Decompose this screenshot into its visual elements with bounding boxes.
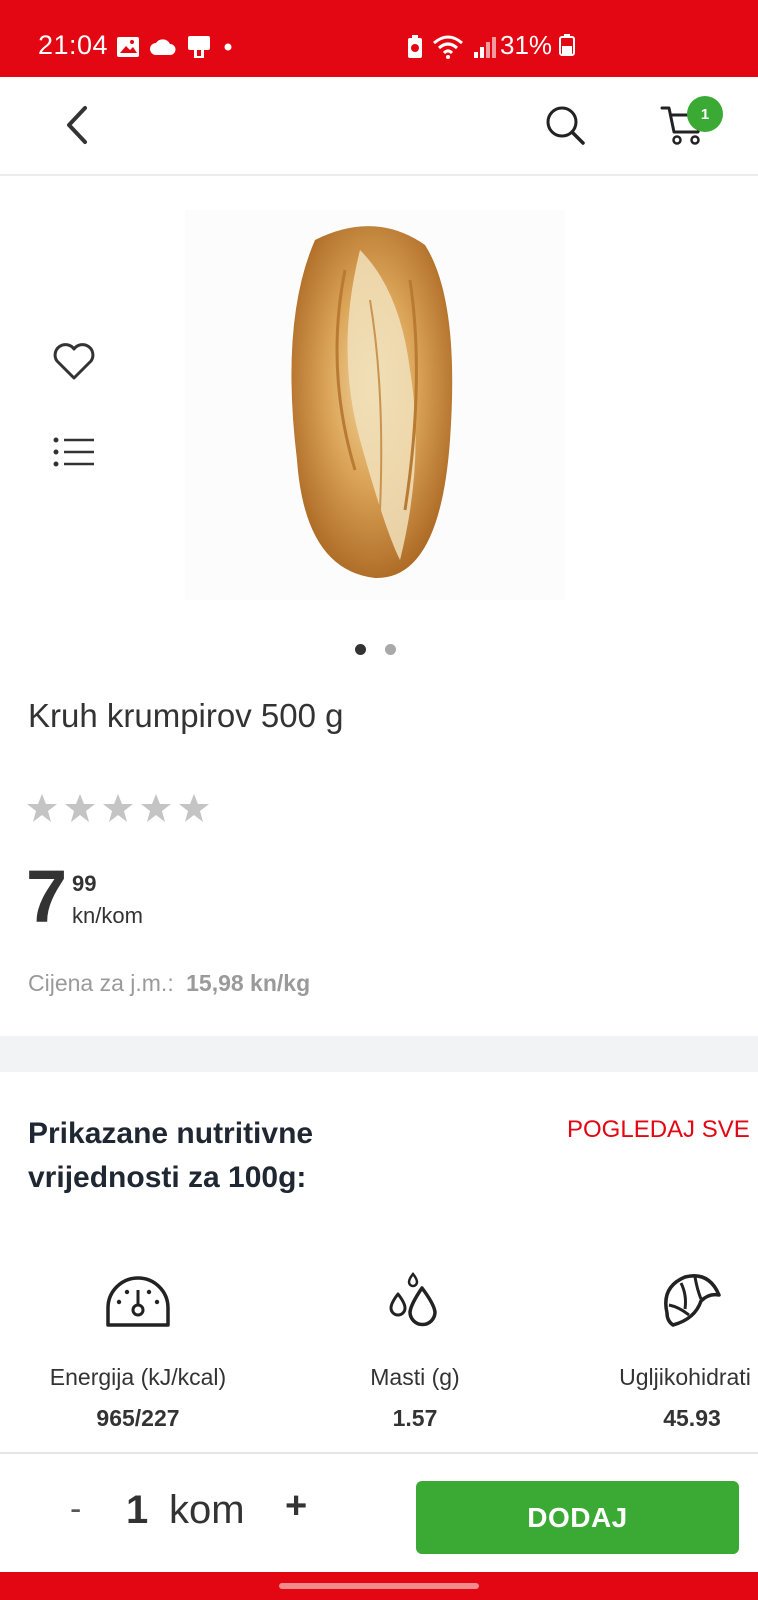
star-icon bbox=[103, 794, 133, 822]
more-notifications-icon bbox=[224, 43, 232, 51]
search-button[interactable] bbox=[540, 100, 590, 150]
unit-price-value: 15,98 kn/kg bbox=[186, 970, 311, 996]
nutrient-value: 1.57 bbox=[392, 1405, 438, 1431]
nutrient-energy: Energija (kJ/kcal) 965/227 bbox=[8, 1265, 268, 1432]
price-main: 7 bbox=[26, 855, 68, 938]
nutrition-title: Prikazane nutritivne vrijednosti za 100g… bbox=[28, 1117, 314, 1194]
product-image[interactable] bbox=[185, 210, 565, 600]
notification-icons bbox=[116, 34, 235, 60]
unit-price: Cijena za j.m.: 15,98 kn/kg bbox=[28, 970, 310, 997]
status-bar: 21:04 31% bbox=[0, 0, 758, 77]
add-to-list-button[interactable] bbox=[48, 428, 100, 478]
heart-icon bbox=[53, 343, 95, 380]
chevron-left-icon bbox=[67, 106, 87, 144]
drops-icon bbox=[389, 1271, 437, 1327]
nutrient-value: 965/227 bbox=[96, 1405, 180, 1431]
gallery-icon bbox=[117, 37, 139, 57]
croissant-icon bbox=[664, 1274, 721, 1327]
list-icon bbox=[53, 437, 94, 467]
star-icon bbox=[141, 794, 171, 822]
nutrient-carbs: Ugljikohidrati ( 45.93 bbox=[562, 1265, 758, 1432]
nutrient-fat: Masti (g) 1.57 bbox=[285, 1265, 545, 1432]
app-notification-icon bbox=[188, 36, 210, 58]
section-divider bbox=[0, 1036, 758, 1072]
nutrient-label: Energija (kJ/kcal) bbox=[49, 1364, 227, 1390]
nutrient-label: Ugljikohidrati ( bbox=[619, 1364, 758, 1390]
quantity-value[interactable]: 1 bbox=[126, 1488, 148, 1533]
system-icons bbox=[406, 32, 498, 62]
nutrient-value: 45.93 bbox=[663, 1405, 721, 1431]
star-icon bbox=[27, 794, 57, 822]
battery-percent: 31% bbox=[500, 30, 576, 61]
product-title: Kruh krumpirov 500 g bbox=[28, 697, 344, 734]
view-all-link[interactable]: POGLEDAJ SVE bbox=[567, 1116, 750, 1144]
star-icon bbox=[65, 794, 95, 822]
battery-text: 31% bbox=[500, 30, 553, 60]
status-time: 21:04 bbox=[38, 30, 109, 60]
pagination-dot-1[interactable] bbox=[355, 644, 366, 655]
add-to-cart-button[interactable]: DODAJ bbox=[416, 1481, 739, 1554]
battery-icon bbox=[559, 34, 576, 56]
signal-icon bbox=[474, 37, 496, 58]
battery-saver-icon bbox=[408, 35, 422, 58]
pagination-dot-2[interactable] bbox=[385, 644, 396, 655]
search-icon bbox=[546, 106, 585, 145]
favorite-button[interactable] bbox=[48, 336, 100, 386]
gauge-icon bbox=[106, 1276, 170, 1327]
nutrient-label: Masti (g) bbox=[370, 1364, 460, 1390]
quantity-unit: kom bbox=[169, 1488, 245, 1532]
back-button[interactable] bbox=[52, 100, 102, 150]
decrease-quantity-button[interactable]: - bbox=[70, 1490, 81, 1529]
increase-quantity-button[interactable]: + bbox=[285, 1485, 307, 1528]
home-indicator[interactable] bbox=[279, 1583, 479, 1589]
star-icon bbox=[179, 794, 209, 822]
unit-price-label: Cijena za j.m.: bbox=[28, 970, 174, 996]
price-cents: 99 bbox=[72, 871, 97, 896]
bread-image bbox=[291, 226, 453, 579]
cloud-icon bbox=[150, 39, 176, 55]
price-unit: kn/kom bbox=[72, 903, 143, 928]
image-pagination[interactable] bbox=[355, 644, 396, 655]
rating-stars[interactable] bbox=[26, 793, 210, 823]
cart-count-badge: 1 bbox=[687, 96, 723, 132]
app-header bbox=[0, 77, 758, 176]
wifi-icon bbox=[433, 35, 463, 59]
